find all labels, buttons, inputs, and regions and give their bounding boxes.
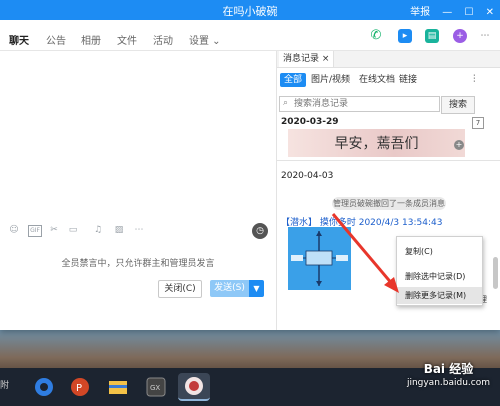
sticker-text: 早安，蔫吾们 bbox=[334, 136, 419, 152]
taskbar-start-edge[interactable]: 附 bbox=[0, 378, 9, 392]
scissors-icon[interactable]: ✂ bbox=[49, 225, 59, 235]
message-image[interactable] bbox=[288, 227, 351, 290]
screen-share-icon[interactable]: ▤ bbox=[425, 29, 439, 43]
input-toolbar: ☺ GIF ✂ ▭ ♫ ▨ ⋯ bbox=[0, 221, 276, 241]
tab-files[interactable]: 文件 bbox=[117, 32, 137, 47]
group-avatar-icon[interactable] bbox=[178, 373, 210, 401]
date-header-2: 2020-04-03 bbox=[281, 171, 334, 181]
send-button[interactable]: 发送(S) bbox=[210, 280, 249, 297]
send-options-chevron-icon[interactable]: ▼ bbox=[249, 280, 264, 297]
maximize-button[interactable]: ☐ bbox=[464, 7, 473, 18]
tab-activity[interactable]: 活动 bbox=[153, 32, 173, 47]
menu-item-delete-more[interactable]: 删除更多记录(M) bbox=[397, 287, 482, 304]
close-chat-button[interactable]: 关闭(C) bbox=[158, 280, 202, 298]
video-icon[interactable]: ▸ bbox=[398, 29, 412, 43]
chat-window: 在吗小破碗 举报 — ☐ ✕ 聊天 公告 相册 文件 活动 设置 ⌄ ✆ ▸ ▤… bbox=[0, 0, 500, 330]
svg-text:P: P bbox=[76, 383, 82, 394]
filter-icon[interactable]: ⫶ bbox=[473, 74, 476, 85]
filter-docs[interactable]: 在线文档 bbox=[359, 73, 395, 87]
tab-settings[interactable]: 设置 ⌄ bbox=[189, 32, 221, 47]
svg-text:GX: GX bbox=[150, 384, 160, 392]
window-controls: 举报 — ☐ ✕ bbox=[401, 3, 494, 18]
message-area[interactable] bbox=[0, 51, 276, 221]
calendar-icon[interactable]: 7 bbox=[472, 117, 484, 129]
context-menu: 复制(C) 删除选中记录(D) 删除更多记录(M) bbox=[396, 236, 483, 306]
add-sticker-icon[interactable]: + bbox=[454, 140, 464, 150]
gif-icon[interactable]: GIF bbox=[28, 225, 42, 237]
edge-icon[interactable] bbox=[30, 373, 58, 401]
tab-album[interactable]: 相册 bbox=[81, 32, 101, 47]
tab-announcement[interactable]: 公告 bbox=[46, 32, 66, 47]
powerpoint-icon[interactable]: P bbox=[66, 373, 94, 401]
mute-notice: 全员禁言中，只允许群主和管理员发言 bbox=[61, 259, 215, 269]
filter-links[interactable]: 链接 bbox=[399, 73, 417, 87]
menu-item-copy[interactable]: 复制(C) bbox=[397, 243, 482, 260]
emoji-icon[interactable]: ☺ bbox=[9, 225, 19, 235]
close-button[interactable]: ✕ bbox=[486, 7, 494, 18]
more-icon[interactable]: ⋯ bbox=[478, 29, 492, 43]
history-icon[interactable]: ◷ bbox=[252, 223, 268, 239]
filter-all[interactable]: 全部 bbox=[280, 73, 307, 87]
sticker-image[interactable]: 早安，蔫吾们 bbox=[288, 129, 465, 157]
more-tools-icon[interactable]: ⋯ bbox=[134, 225, 144, 235]
report-button[interactable]: 举报 bbox=[410, 7, 430, 18]
explorer-icon[interactable] bbox=[104, 373, 132, 401]
title-bar: 在吗小破碗 举报 — ☐ ✕ bbox=[0, 0, 500, 20]
apps-icon[interactable]: + bbox=[453, 29, 467, 43]
folder-icon[interactable]: ▭ bbox=[68, 225, 78, 235]
mindmap-image-icon bbox=[288, 227, 351, 290]
record-search-input[interactable] bbox=[294, 97, 434, 111]
record-search-button[interactable]: 搜索 bbox=[441, 96, 475, 114]
record-scrollbar[interactable] bbox=[493, 257, 498, 289]
search-icon: ⌕ bbox=[283, 98, 289, 108]
phone-icon[interactable]: ✆ bbox=[369, 29, 383, 43]
record-tab-bar: 消息记录 × bbox=[277, 51, 500, 68]
tab-chat[interactable]: 聊天 bbox=[9, 32, 29, 54]
divider-line bbox=[277, 160, 500, 161]
record-search-box: ⌕ bbox=[279, 96, 440, 112]
date-header: 2020-03-29 bbox=[281, 117, 339, 127]
gpu-icon[interactable]: GX bbox=[142, 373, 170, 401]
menu-item-delete-selected[interactable]: 删除选中记录(D) bbox=[397, 268, 482, 285]
music-icon[interactable]: ♫ bbox=[93, 225, 103, 235]
watermark: Bai 经验 jingyan.baidu.com bbox=[406, 362, 490, 388]
minimize-button[interactable]: — bbox=[442, 7, 452, 18]
system-message: 管理员破碗撤回了一条成员消息 bbox=[332, 197, 446, 210]
record-tab[interactable]: 消息记录 × bbox=[279, 51, 335, 67]
image-icon[interactable]: ▨ bbox=[114, 225, 124, 235]
filter-media[interactable]: 图片/视频 bbox=[311, 73, 350, 87]
